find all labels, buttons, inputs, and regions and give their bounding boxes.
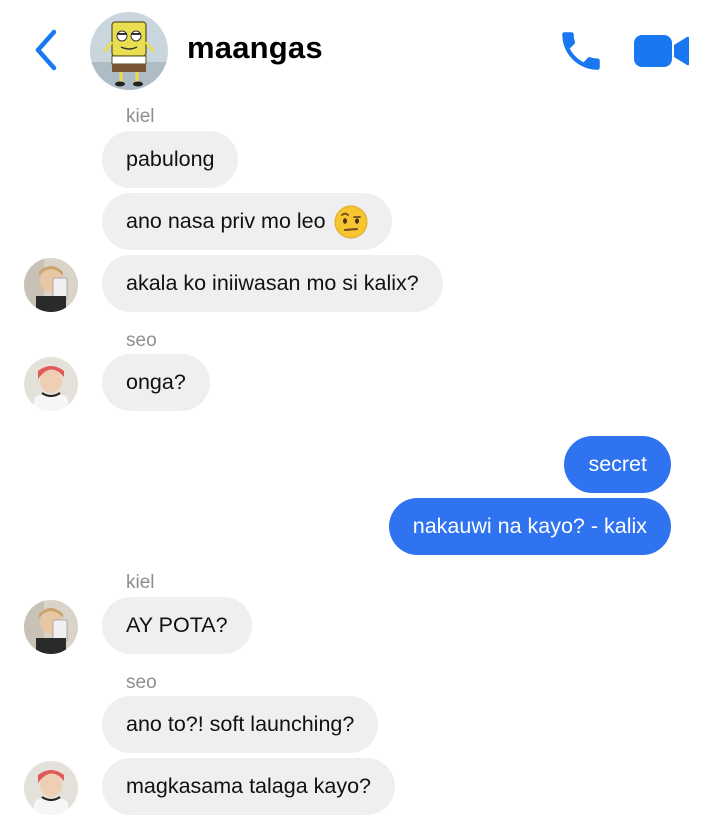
message-text: onga?	[126, 370, 186, 394]
message-bubble[interactable]: ano nasa priv mo leo	[102, 193, 392, 250]
video-call-button[interactable]	[632, 28, 690, 74]
raised-eyebrow-emoji-icon	[334, 205, 368, 238]
message-text: akala ko iniiwasan mo si kalix?	[126, 271, 419, 295]
avatar[interactable]	[24, 761, 78, 815]
message-bubble[interactable]: magkasama talaga kayo?	[102, 758, 396, 815]
avatar[interactable]	[24, 357, 78, 411]
message-text: magkasama talaga kayo?	[126, 774, 372, 798]
group-avatar[interactable]	[90, 12, 168, 90]
chat-header: maangas	[0, 0, 720, 100]
message-bubble[interactable]: ano to?! soft launching?	[102, 696, 379, 753]
message-bubble[interactable]: pabulong	[102, 131, 239, 188]
message-bubble[interactable]: onga?	[102, 354, 210, 411]
audio-call-button[interactable]	[556, 26, 606, 76]
back-button[interactable]	[28, 26, 64, 74]
message-bubble[interactable]: AY POTA?	[102, 597, 252, 654]
sender-name: seo	[126, 330, 157, 351]
video-camera-icon	[634, 35, 689, 67]
message-text: ano nasa priv mo leo	[126, 209, 326, 233]
message-text: AY POTA?	[126, 613, 228, 637]
message-bubble-outgoing[interactable]: secret	[564, 436, 671, 493]
phone-icon	[562, 32, 600, 70]
avatar[interactable]	[24, 600, 78, 654]
message-text: pabulong	[126, 147, 215, 171]
sender-name: kiel	[126, 572, 155, 593]
message-text: ano to?! soft launching?	[126, 712, 355, 736]
sender-name: seo	[126, 672, 157, 693]
chat-title: maangas	[187, 30, 323, 65]
avatar[interactable]	[24, 258, 78, 312]
message-bubble-outgoing[interactable]: nakauwi na kayo? - kalix	[388, 498, 671, 555]
message-text: secret	[588, 452, 647, 476]
sender-name: kiel	[126, 106, 155, 127]
chevron-left-icon	[35, 29, 57, 71]
message-text: nakauwi na kayo? - kalix	[412, 514, 647, 538]
message-bubble[interactable]: akala ko iniiwasan mo si kalix?	[102, 255, 443, 312]
